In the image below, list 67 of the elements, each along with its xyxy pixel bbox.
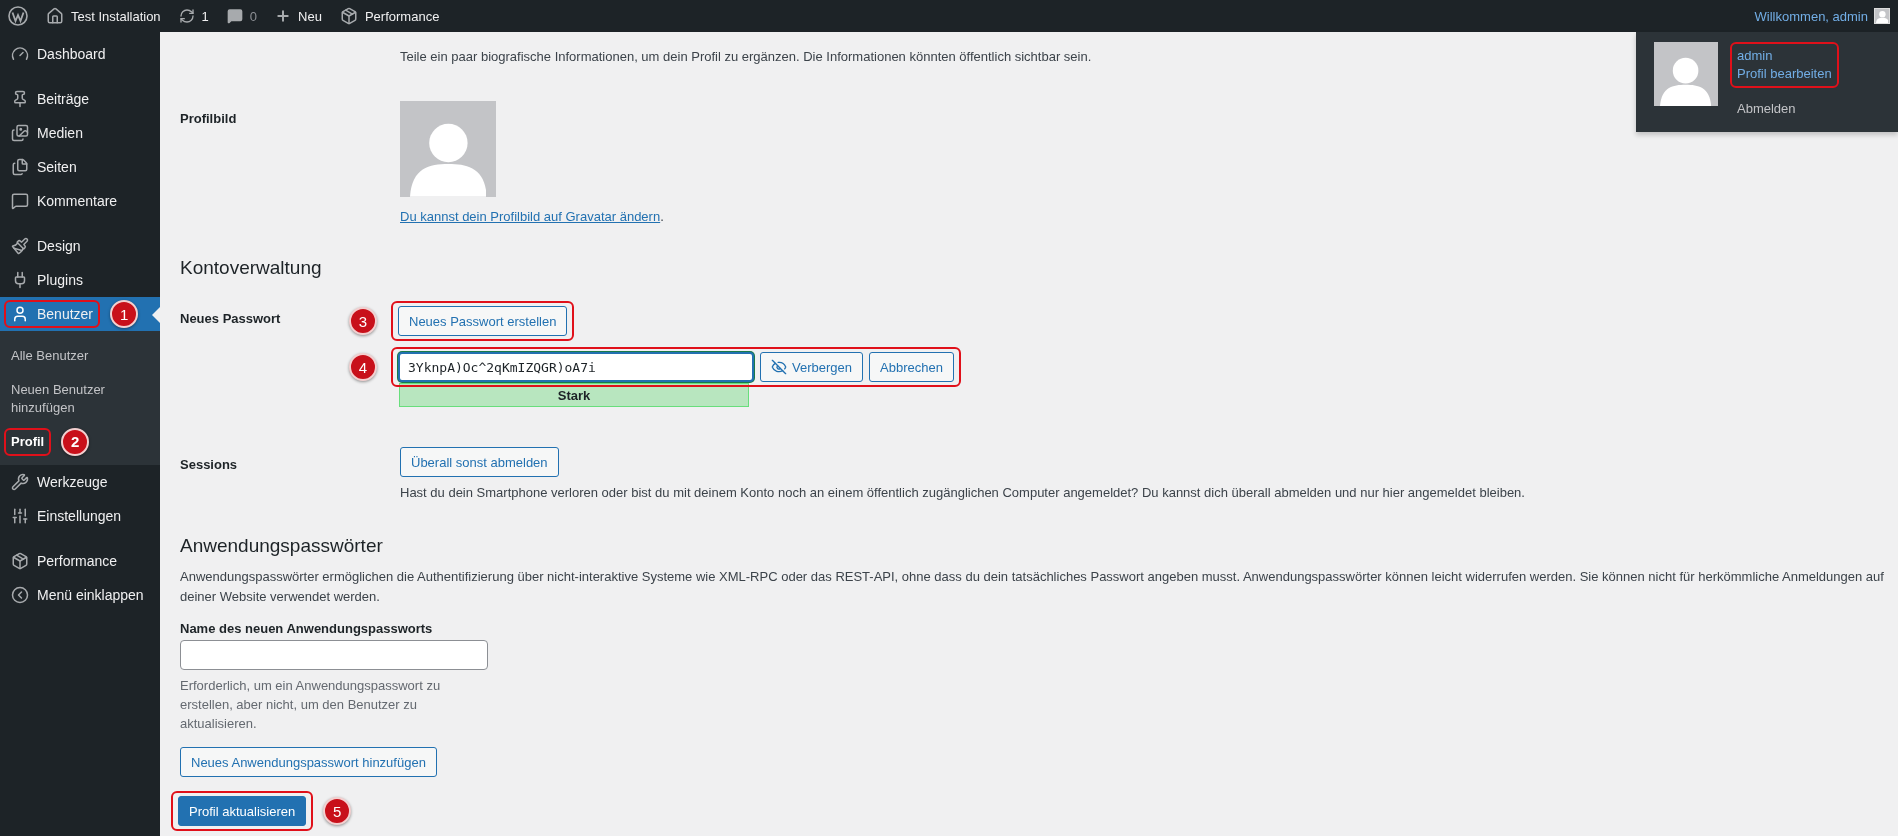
section-heading: Anwendungspasswörter (180, 535, 384, 557)
input-field[interactable] (180, 640, 488, 670)
sliders-icon (11, 507, 29, 525)
menu-item[interactable]: Medien (0, 116, 160, 150)
menu-item[interactable]: Kommentare (0, 184, 160, 218)
eye-slash-icon (771, 359, 787, 375)
avatar-icon (1874, 8, 1890, 24)
update-profile-button[interactable]: Profil aktualisieren (178, 796, 307, 826)
count-label[interactable]: 0 (249, 8, 258, 24)
password-field[interactable]: 3YknpA)Oc^2qKmIZQGR)oA7i (398, 352, 754, 382)
menu-item[interactable]: Menü einklappen (0, 578, 160, 612)
menu-item[interactable]: Design (0, 229, 160, 263)
box-icon (11, 552, 29, 570)
step-marker: 3 (349, 307, 377, 335)
intro-text: Teile ein paar biografische Informationen, um dein Profil zu ergänzen. Die Informationen könnten öffentlich sichtbar sein. (400, 48, 1092, 66)
greeting-link[interactable]: Willkommen, admin (1754, 8, 1868, 24)
generate-password-button[interactable]: Neues Passwort erstellen (398, 306, 568, 336)
field-label: Profilbild (180, 110, 237, 126)
menu-item[interactable]: Benutzer 1 (0, 297, 160, 331)
box-icon (339, 7, 358, 25)
menu-item[interactable]: Beiträge (0, 82, 160, 116)
step-marker: 2 (61, 428, 90, 456)
avatar-placeholder (1654, 42, 1718, 106)
home-icon (46, 7, 64, 25)
speech-bubble-icon (11, 192, 29, 210)
pin-icon (11, 90, 29, 108)
field-label: Sessions (180, 456, 238, 472)
brush-icon (11, 237, 29, 255)
submenu-item[interactable]: Alle Benutzer (11, 347, 151, 365)
submenu-item[interactable]: Neuen Benutzer hinzufügen (11, 381, 151, 417)
logout-everywhere-button[interactable]: Überall sonst abmelden (400, 447, 559, 477)
edit-profile-link[interactable]: Profil bearbeiten (1737, 65, 1832, 83)
hide-password-button[interactable]: Verbergen (760, 352, 863, 382)
toolbar-link[interactable]: Neu (298, 8, 322, 24)
help-text: Erforderlich, um ein Anwendungspasswort zu erstellen, aber nicht, um den Benutzer zu aktualisieren. (180, 677, 442, 733)
speech-bubble-icon (226, 8, 243, 24)
user-icon (11, 305, 29, 323)
menu-item[interactable]: Einstellungen (0, 499, 160, 533)
menu-item[interactable]: Seiten (0, 150, 160, 184)
submenu-item[interactable]: Profil (11, 433, 45, 451)
field-label: Neues Passwort (180, 310, 281, 326)
cancel-button[interactable]: Abbrechen (869, 352, 954, 382)
section-heading: Kontoverwaltung (180, 257, 323, 279)
menu-item[interactable]: Plugins (0, 263, 160, 297)
count-label[interactable]: 1 (201, 8, 209, 24)
strength-meter: Stark (399, 383, 749, 407)
sessions-description: Hast du dein Smartphone verloren oder bist du mit deinem Konto noch an einem öffentlich zugänglichen Computer angemeldet? Du kannst dich überall abmelden und nur hier angemeldet bleiben. (400, 484, 1525, 502)
dashboard-gauge-icon (11, 45, 29, 63)
toolbar-link[interactable]: Performance (364, 8, 440, 24)
period-text: . (660, 209, 664, 224)
refresh-icon (178, 8, 195, 24)
menu-item[interactable]: Dashboard (0, 37, 160, 71)
step-marker: 1 (110, 300, 139, 328)
toolbar-link[interactable]: Test Installation (71, 8, 161, 24)
menu-item[interactable]: Performance (0, 544, 160, 578)
field-label: Name des neuen Anwendungspassworts (180, 620, 433, 636)
username-link[interactable]: admin (1737, 47, 1773, 65)
media-icon (11, 124, 29, 142)
logout-link[interactable]: Abmelden (1730, 100, 1796, 118)
add-app-password-button[interactable]: Neues Anwendungspasswort hinzufügen (180, 747, 437, 777)
menu-item[interactable]: Werkzeuge (0, 465, 160, 499)
pages-icon (11, 158, 29, 176)
logo-icon[interactable] (8, 6, 28, 26)
app-passwords-description: Anwendungspasswörter ermöglichen die Authentifizierung über nicht-interaktive Systeme wie XML-RPC oder das REST-API, ohne dass du dein tatsächliches Passwort angeben musst. Anwendungspasswörter können leicht widerrufen werden. Sie können nicht für herkömmliche Anmeldungen auf deiner Website verwendet werden. (180, 568, 1885, 606)
step-marker: 5 (323, 797, 352, 825)
wrench-icon (11, 473, 29, 491)
step-marker: 4 (349, 353, 377, 381)
